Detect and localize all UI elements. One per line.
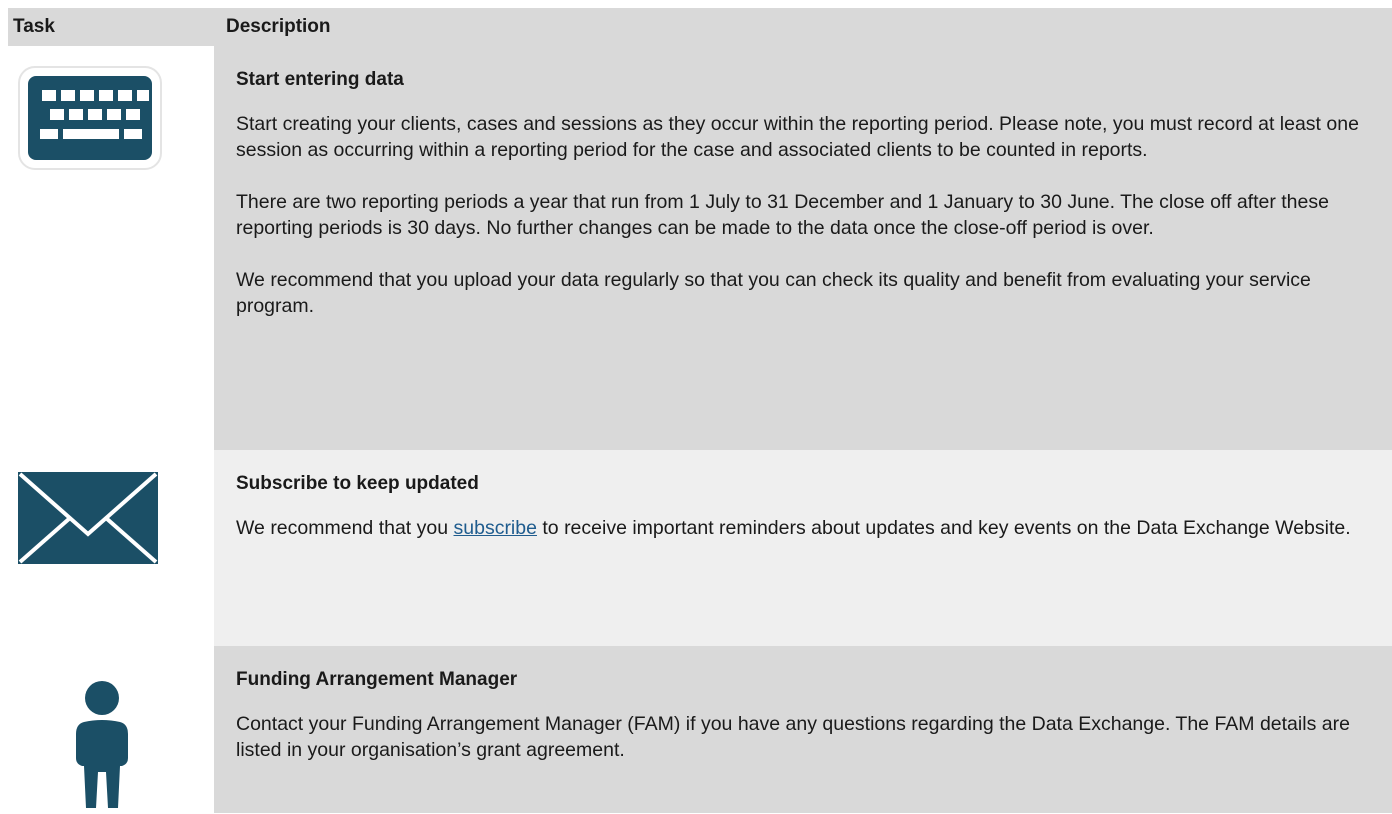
table-row: Funding Arrangement Manager Contact your… (8, 646, 1392, 813)
task-icon-cell (8, 646, 214, 813)
envelope-icon (18, 472, 158, 564)
keyboard-icon (18, 66, 162, 170)
task-title: Start entering data (236, 69, 404, 90)
table-row: Start entering data Start creating your … (8, 46, 1392, 450)
task-icon-cell (8, 46, 214, 450)
person-icon (76, 681, 128, 808)
task-table: Task Description Start entering data Sta… (8, 8, 1392, 813)
task-description: Subscribe to keep updated We recommend t… (214, 450, 1392, 646)
table-row: Subscribe to keep updated We recommend t… (8, 450, 1392, 646)
task-title: Subscribe to keep updated (236, 473, 479, 494)
paragraph-text: We recommend that you (236, 517, 454, 539)
description-column-header: Description (226, 16, 331, 37)
task-description: Funding Arrangement Manager Contact your… (214, 646, 1392, 813)
task-paragraph: Start creating your clients, cases and s… (236, 113, 1359, 161)
task-icon-cell (8, 450, 214, 646)
subscribe-link[interactable]: subscribe (454, 517, 537, 539)
task-paragraph: Contact your Funding Arrangement Manager… (236, 713, 1350, 761)
task-title: Funding Arrangement Manager (236, 669, 518, 690)
task-paragraph: We recommend that you subscribe to recei… (236, 515, 1372, 541)
paragraph-text: to receive important reminders about upd… (536, 517, 1351, 539)
task-description: Start entering data Start creating your … (214, 46, 1392, 450)
table-header: Task Description (8, 8, 1392, 46)
task-paragraph: We recommend that you upload your data r… (236, 269, 1311, 317)
task-column-header: Task (13, 16, 55, 37)
task-paragraph: There are two reporting periods a year t… (236, 191, 1329, 239)
